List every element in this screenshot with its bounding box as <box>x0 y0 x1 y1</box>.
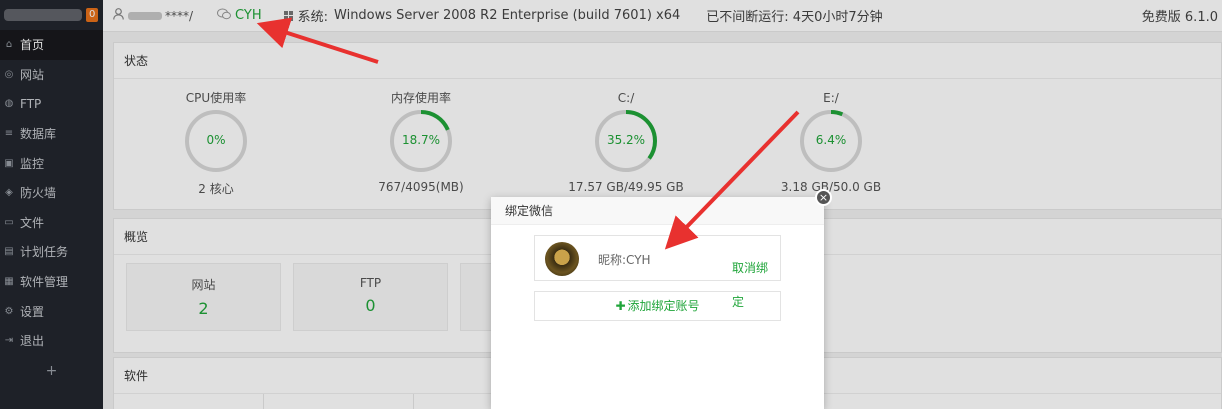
add-binding-label: 添加绑定账号 <box>627 299 700 313</box>
bound-account-card: 昵称:CYH 取消绑定 <box>534 235 781 309</box>
plus-icon: ✚ <box>615 299 626 313</box>
bind-wechat-dialog: 绑定微信 昵称:CYH 取消绑定 ✚ 添加绑定账号 <box>491 197 824 409</box>
close-icon[interactable]: × <box>815 189 832 206</box>
avatar <box>545 242 579 276</box>
add-binding-button[interactable]: ✚ 添加绑定账号 <box>534 291 781 321</box>
nickname: 昵称:CYH <box>598 253 651 267</box>
dialog-title: 绑定微信 <box>491 197 824 225</box>
